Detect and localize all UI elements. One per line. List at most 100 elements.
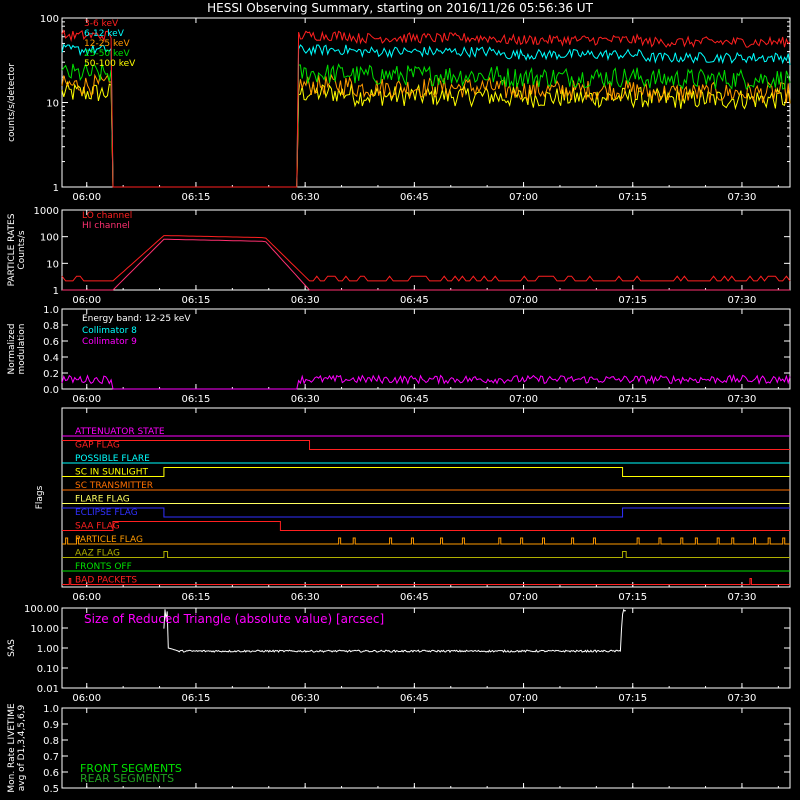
legend-entry: LO channel xyxy=(82,211,132,221)
y-axis-label: Flags xyxy=(35,485,45,509)
x-tick-label: 07:30 xyxy=(728,295,757,306)
x-tick-label: 06:15 xyxy=(182,592,211,603)
series-line-12-25-kev xyxy=(61,73,791,188)
x-tick-label: 07:00 xyxy=(509,693,538,704)
x-tick-label: 07:30 xyxy=(728,693,757,704)
y-tick-label: 10.00 xyxy=(30,624,59,635)
y-axis-label-line: Counts/s xyxy=(17,230,27,269)
legend-entry: 12-25 keV xyxy=(84,39,130,49)
series-line-25-50-kev xyxy=(61,62,791,188)
series-line-lo-channel xyxy=(61,235,791,282)
y-tick-label: 100 xyxy=(40,14,59,25)
x-tick-label: 07:15 xyxy=(618,295,647,306)
y-axis-label-line: avg of D1,3,4,5,6,9 xyxy=(17,704,27,791)
x-tick-label: 06:00 xyxy=(72,394,101,405)
y-axis-label: SAS xyxy=(7,639,17,657)
y-axis-label: Normalizedmodulation xyxy=(7,323,27,374)
legend-entry: Collimator 9 xyxy=(82,337,137,347)
legend-entry: 50-100 keV xyxy=(84,59,136,69)
x-tick-label: 07:15 xyxy=(618,693,647,704)
x-tick-label: 06:15 xyxy=(182,192,211,203)
legend-entry: 3-6 keV xyxy=(84,19,119,29)
x-tick-label: 07:15 xyxy=(618,592,647,603)
x-tick-label: 07:00 xyxy=(509,192,538,203)
y-tick-label: 0.10 xyxy=(37,664,59,675)
flag-line xyxy=(62,537,790,545)
panel-sas: 06:00 06:15 06:30 06:45 07:00 07:15 07:30 SAS 0.… xyxy=(7,604,791,704)
x-tick-label: 06:15 xyxy=(182,394,211,405)
y-axis-label-line: Mon. Rate LIVETIME xyxy=(7,703,17,793)
flag-line xyxy=(62,507,790,518)
x-tick-label: 06:15 xyxy=(182,295,211,306)
panel-frame xyxy=(61,407,791,588)
x-tick-label: 06:15 xyxy=(182,693,211,704)
y-tick-label: 100.00 xyxy=(24,604,59,615)
series-line-6-12-kev xyxy=(61,43,791,188)
legend-entry: 6-12 keV xyxy=(84,29,125,39)
series-line-50-100-kev xyxy=(61,80,791,188)
y-tick-label: 100 xyxy=(40,233,59,244)
flag-label: ECLIPSE FLAG xyxy=(75,508,138,518)
y-tick-label: 0.01 xyxy=(37,684,59,695)
y-tick-label: 0.9 xyxy=(43,720,59,731)
y-tick-label: 0.6 xyxy=(43,768,59,779)
series-line-hi-channel xyxy=(62,238,790,291)
y-axis-label: counts/s/detector xyxy=(7,63,17,142)
y-tick-label: 0.4 xyxy=(43,353,59,364)
y-axis-label-line: Normalized xyxy=(7,323,17,374)
flag-line xyxy=(62,440,790,450)
x-tick-label: 06:45 xyxy=(400,192,429,203)
x-tick-label: 07:00 xyxy=(509,295,538,306)
x-tick-label: 07:15 xyxy=(618,394,647,405)
flag-label: GAP FLAG xyxy=(75,441,120,451)
y-tick-label: 1.00 xyxy=(37,644,59,655)
y-tick-label: 0.8 xyxy=(43,321,59,332)
x-tick-label: 06:30 xyxy=(291,394,320,405)
y-tick-label: 1000 xyxy=(34,206,59,217)
x-tick-label: 07:30 xyxy=(728,192,757,203)
legend-entry: HI channel xyxy=(82,221,130,231)
x-tick-label: 06:45 xyxy=(400,693,429,704)
y-tick-label: 1 xyxy=(53,286,59,297)
x-tick-label: 06:30 xyxy=(291,295,320,306)
y-axis-label: Mon. Rate LIVETIMEavg of D1,3,4,5,6,9 xyxy=(7,703,27,793)
series-line-collimator-9 xyxy=(61,373,791,390)
x-tick-label: 06:30 xyxy=(291,693,320,704)
panel-modulation: 06:00 06:15 06:30 06:45 07:00 07:15 07:30 Norma… xyxy=(7,305,791,405)
panel-frame xyxy=(61,17,791,188)
legend-entry: REAR SEGMENTS xyxy=(80,772,174,785)
x-tick-label: 06:30 xyxy=(291,192,320,203)
energy-band-annotation: Energy band: 12-25 keV xyxy=(82,314,191,324)
x-tick-label: 06:00 xyxy=(72,592,101,603)
y-tick-label: 0.7 xyxy=(43,752,59,763)
y-axis-label-line: modulation xyxy=(17,324,27,375)
y-axis-label-line: PARTICLE RATES xyxy=(7,213,17,286)
y-tick-label: 0.6 xyxy=(43,337,59,348)
y-tick-label: 0.8 xyxy=(43,736,59,747)
flag-line xyxy=(62,578,790,585)
x-tick-label: 06:00 xyxy=(72,192,101,203)
x-tick-label: 06:00 xyxy=(72,693,101,704)
flag-line xyxy=(62,551,790,558)
panel-livetime: Mon. Rate LIVETIMEavg of D1,3,4,5,6,9 0.5… xyxy=(7,703,791,795)
x-tick-label: 07:15 xyxy=(618,192,647,203)
flag-line xyxy=(62,521,790,531)
flag-line xyxy=(62,467,790,477)
x-tick-label: 06:45 xyxy=(400,592,429,603)
legend-entry: Collimator 8 xyxy=(82,326,137,336)
legend-entry: 25-50 keV xyxy=(84,49,130,59)
y-tick-label: 1.0 xyxy=(43,704,59,715)
x-tick-label: 07:00 xyxy=(509,394,538,405)
y-tick-label: 0.2 xyxy=(43,369,59,380)
panel-rates: 06:00 06:15 06:30 06:45 07:00 07:15 07:30 count… xyxy=(7,14,791,203)
panel-particle: 06:00 06:15 06:30 06:45 07:00 07:15 07:30 PARTI… xyxy=(7,206,791,306)
x-tick-label: 07:00 xyxy=(509,592,538,603)
x-tick-label: 06:45 xyxy=(400,394,429,405)
y-tick-label: 10 xyxy=(46,259,59,270)
chart-title: HESSI Observing Summary, starting on 201… xyxy=(207,1,593,15)
x-tick-label: 07:30 xyxy=(728,592,757,603)
panel-flags: 06:00 06:15 06:30 06:45 07:00 07:15 07:30 Flags… xyxy=(35,407,791,603)
x-tick-label: 06:00 xyxy=(72,295,101,306)
sas-annotation: Size of Reduced Triangle (absolute value… xyxy=(84,612,384,626)
y-axis-label: PARTICLE RATESCounts/s xyxy=(7,213,27,286)
